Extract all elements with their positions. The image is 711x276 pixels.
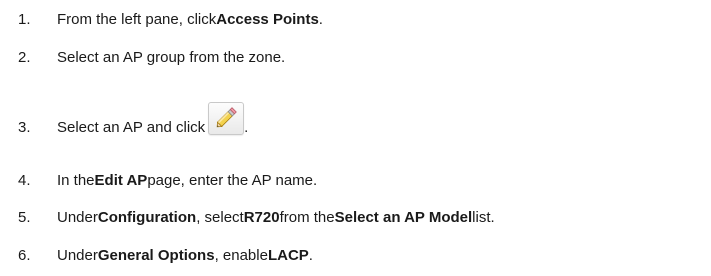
step-text: from the [279, 209, 335, 226]
procedure-steps: 1. From the left pane, click Access Poin… [0, 0, 711, 276]
step-2: 2. Select an AP group from the zone. [18, 45, 285, 71]
ui-term-general-options: General Options [97, 247, 215, 264]
step-text: From the left pane, click [57, 11, 217, 28]
step-text: list. [472, 209, 495, 226]
step-text: Select an AP and click [57, 119, 206, 136]
step-4: 4. In the Edit AP page, enter the AP nam… [18, 168, 317, 194]
step-text: . [244, 119, 249, 136]
step-text: . [308, 247, 313, 264]
step-text: page, enter the AP name. [147, 172, 318, 189]
step-text: Select an AP group from the zone. [57, 49, 286, 66]
step-number: 6. [18, 247, 31, 264]
step-text: , select [196, 209, 244, 226]
step-6: 6. Under General Options , enable LACP . [18, 243, 313, 269]
step-number: 2. [18, 49, 31, 66]
step-3: 3. Select an AP and click . [18, 101, 249, 141]
ui-term-access-points: Access Points [216, 11, 319, 28]
step-text: . [318, 11, 323, 28]
pencil-edit-icon [208, 101, 245, 135]
ui-term-lacp: LACP [267, 247, 309, 264]
step-number: 5. [18, 209, 31, 226]
step-text: In the [57, 172, 95, 189]
step-text: Under [57, 247, 98, 264]
step-text: Under [57, 209, 98, 226]
step-number: 1. [18, 11, 31, 28]
ui-term-edit-ap: Edit AP [94, 172, 148, 189]
step-5: 5. Under Configuration , select R720 fro… [18, 205, 495, 231]
ui-term-configuration: Configuration [97, 209, 197, 226]
step-number: 4. [18, 172, 31, 189]
step-number: 3. [18, 119, 31, 136]
step-1: 1. From the left pane, click Access Poin… [18, 7, 323, 33]
ui-term-select-ap-model: Select an AP Model [334, 209, 473, 226]
step-text: , enable [214, 247, 268, 264]
ui-term-r720: R720 [243, 209, 280, 226]
